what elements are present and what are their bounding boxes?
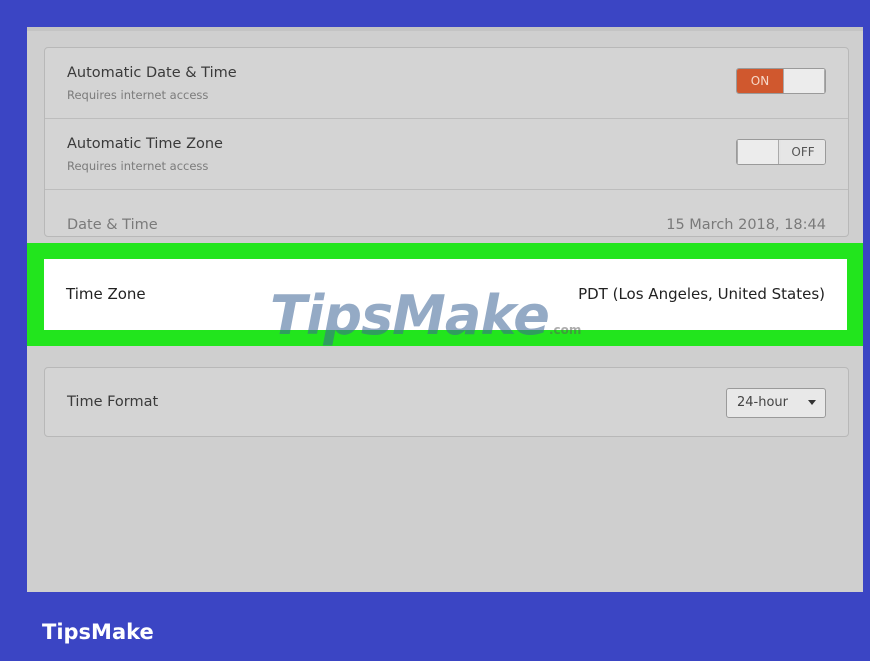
footer-brand: TipsMake [42, 620, 154, 644]
time-zone-row[interactable]: Time Zone PDT (Los Angeles, United State… [44, 259, 847, 330]
auto-date-time-row: Automatic Date & Time Requires internet … [45, 48, 848, 118]
time-format-selected: 24-hour [737, 395, 789, 410]
auto-time-zone-sublabel: Requires internet access [67, 159, 209, 173]
auto-date-time-toggle[interactable]: ON [736, 68, 826, 94]
auto-time-zone-label: Automatic Time Zone [67, 136, 223, 152]
auto-time-zone-toggle[interactable]: OFF [736, 139, 826, 165]
date-time-row[interactable]: Date & Time 15 March 2018, 18:44 [45, 190, 848, 236]
auto-time-zone-row: Automatic Time Zone Requires internet ac… [45, 119, 848, 189]
auto-date-time-sublabel: Requires internet access [67, 88, 209, 102]
dropdown-arrow-icon [808, 400, 816, 405]
toggle-knob [783, 69, 825, 93]
toggle-off-text: OFF [781, 140, 825, 164]
date-time-value: 15 March 2018, 18:44 [666, 217, 826, 233]
time-zone-value: PDT (Los Angeles, United States) [578, 285, 825, 303]
time-format-row: Time Format 24-hour [45, 368, 848, 436]
toggle-knob [737, 140, 779, 164]
time-format-dropdown[interactable]: 24-hour [726, 388, 826, 418]
date-time-label: Date & Time [67, 217, 158, 233]
settings-screen: Automatic Date & Time Requires internet … [27, 27, 863, 592]
auto-date-time-label: Automatic Date & Time [67, 65, 237, 81]
top-shade [27, 27, 863, 31]
time-format-panel: Time Format 24-hour [44, 367, 849, 437]
date-time-panel: Automatic Date & Time Requires internet … [44, 47, 849, 237]
time-zone-highlight: Time Zone PDT (Los Angeles, United State… [27, 243, 863, 346]
time-format-label: Time Format [67, 394, 159, 410]
time-zone-label: Time Zone [66, 285, 146, 303]
toggle-on-text: ON [737, 69, 783, 93]
